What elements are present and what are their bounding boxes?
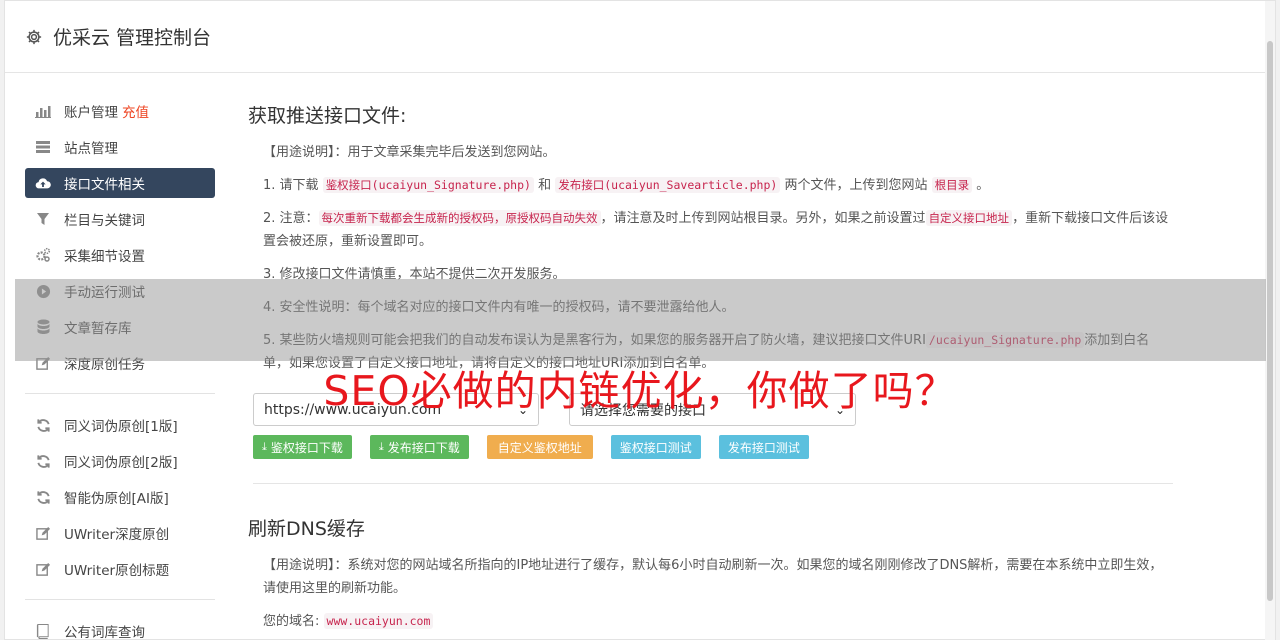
sidebar-divider bbox=[25, 599, 215, 600]
dns-usage-note: 【用途说明】：系统对您的网站域名所指向的IP地址进行了缓存，默认每6小时自动刷新… bbox=[263, 558, 1163, 596]
sidebar-item-uwriter-title[interactable]: UWriter原创标题 bbox=[25, 554, 215, 584]
sidebar-item-label: 同义词伪原创[1版] bbox=[64, 419, 178, 435]
download-publish-button[interactable]: ⤓ 发布接口下载 bbox=[369, 435, 469, 459]
sidebar-item-label: 账户管理 bbox=[64, 105, 118, 121]
button-row: ⤓ 鉴权接口下载 ⤓ 发布接口下载 自定义鉴权地址 鉴权接口测试 发布接口测试 bbox=[253, 435, 1173, 459]
edit-icon bbox=[35, 525, 51, 541]
gear-icon bbox=[25, 28, 43, 46]
cloud-upload-icon bbox=[35, 175, 51, 191]
sidebar-item-label: 栏目与关键词 bbox=[64, 213, 145, 229]
banner-overlay bbox=[15, 279, 1266, 361]
sidebar-item-label: 接口文件相关 bbox=[64, 177, 145, 193]
sidebar-item-label: 同义词伪原创[2版] bbox=[64, 455, 178, 471]
sidebar-item-columns-keywords[interactable]: 栏目与关键词 bbox=[25, 204, 215, 234]
sidebar-item-public-lexicon[interactable]: 公有词库查询 bbox=[25, 616, 215, 640]
overlay-headline: SEO必做的内链优化，你做了吗？ bbox=[323, 367, 957, 415]
test-signature-button[interactable]: 鉴权接口测试 bbox=[610, 435, 701, 459]
server-icon bbox=[35, 139, 51, 155]
sidebar-item-sites[interactable]: 站点管理 bbox=[25, 132, 215, 162]
code-auth-warning: 每次重新下载都会生成新的授权码，原授权码自动失效 bbox=[318, 210, 601, 226]
scrollbar[interactable] bbox=[1265, 1, 1275, 640]
domain-value: www.ucaiyun.com bbox=[323, 613, 434, 629]
bar-chart-icon bbox=[35, 103, 51, 119]
sidebar-item-api-files[interactable]: 接口文件相关 bbox=[25, 168, 215, 198]
code-custom-url: 自定义接口地址 bbox=[925, 210, 1013, 226]
custom-auth-url-button[interactable]: 自定义鉴权地址 bbox=[486, 435, 593, 459]
sidebar-item-label: 采集细节设置 bbox=[64, 249, 145, 265]
sidebar-item-ai-rewrite[interactable]: 智能伪原创[AI版] bbox=[25, 482, 215, 512]
filter-icon bbox=[35, 211, 51, 227]
download-signature-button[interactable]: ⤓ 鉴权接口下载 bbox=[253, 435, 352, 459]
usage-note: 【用途说明】：用于文章采集完毕后发送到您网站。 bbox=[263, 145, 556, 160]
refresh-icon bbox=[35, 453, 51, 469]
scrollbar-thumb[interactable] bbox=[1267, 41, 1273, 601]
sidebar-item-label: 站点管理 bbox=[64, 141, 118, 157]
test-publish-button[interactable]: 发布接口测试 bbox=[718, 435, 809, 459]
section-divider bbox=[253, 483, 1173, 484]
top-header: 优采云 管理控制台 bbox=[5, 1, 1275, 73]
download-icon: ⤓ bbox=[262, 440, 267, 453]
sidebar-item-synonym-v2[interactable]: 同义词伪原创[2版] bbox=[25, 446, 215, 476]
sidebar-item-label: UWriter深度原创 bbox=[64, 527, 170, 543]
sidebar-item-collect-settings[interactable]: 采集细节设置 bbox=[25, 240, 215, 270]
domain-row: 您的域名: www.ucaiyun.com bbox=[248, 610, 1173, 633]
sidebar-item-label: UWriter原创标题 bbox=[64, 563, 170, 579]
sidebar-item-label: 智能伪原创[AI版] bbox=[64, 491, 169, 507]
section-title-api-files: 获取推送接口文件: bbox=[248, 105, 407, 127]
code-signature-api: 鉴权接口(ucaiyun_Signature.php) bbox=[322, 177, 534, 193]
download-icon: ⤓ bbox=[378, 440, 384, 453]
instruction-2: 2. 注意： 每次重新下载都会生成新的授权码，原授权码自动失效 ，请注意及时上传到网… bbox=[263, 210, 1169, 249]
refresh-icon bbox=[35, 417, 51, 433]
instruction-1: 1. 请下载 鉴权接口(ucaiyun_Signature.php) 和 发布接… bbox=[263, 177, 990, 193]
refresh-icon bbox=[35, 489, 51, 505]
page-title: 优采云 管理控制台 bbox=[53, 27, 212, 49]
section-title-dns: 刷新DNS缓存 bbox=[248, 518, 365, 540]
sidebar-item-uwriter-deep[interactable]: UWriter深度原创 bbox=[25, 518, 215, 548]
gears-icon bbox=[35, 247, 51, 263]
sidebar-item-label: 公有词库查询 bbox=[64, 625, 145, 640]
code-publish-api: 发布接口(ucaiyun_Savearticle.php) bbox=[555, 177, 781, 193]
domain-label: 您的域名: bbox=[263, 614, 320, 629]
sidebar-item-account[interactable]: 账户管理 充值 bbox=[25, 96, 215, 126]
recharge-link[interactable]: 充值 bbox=[122, 101, 149, 121]
edit-icon bbox=[35, 561, 51, 577]
code-root-dir: 根目录 bbox=[931, 177, 973, 193]
book-icon bbox=[35, 623, 51, 639]
